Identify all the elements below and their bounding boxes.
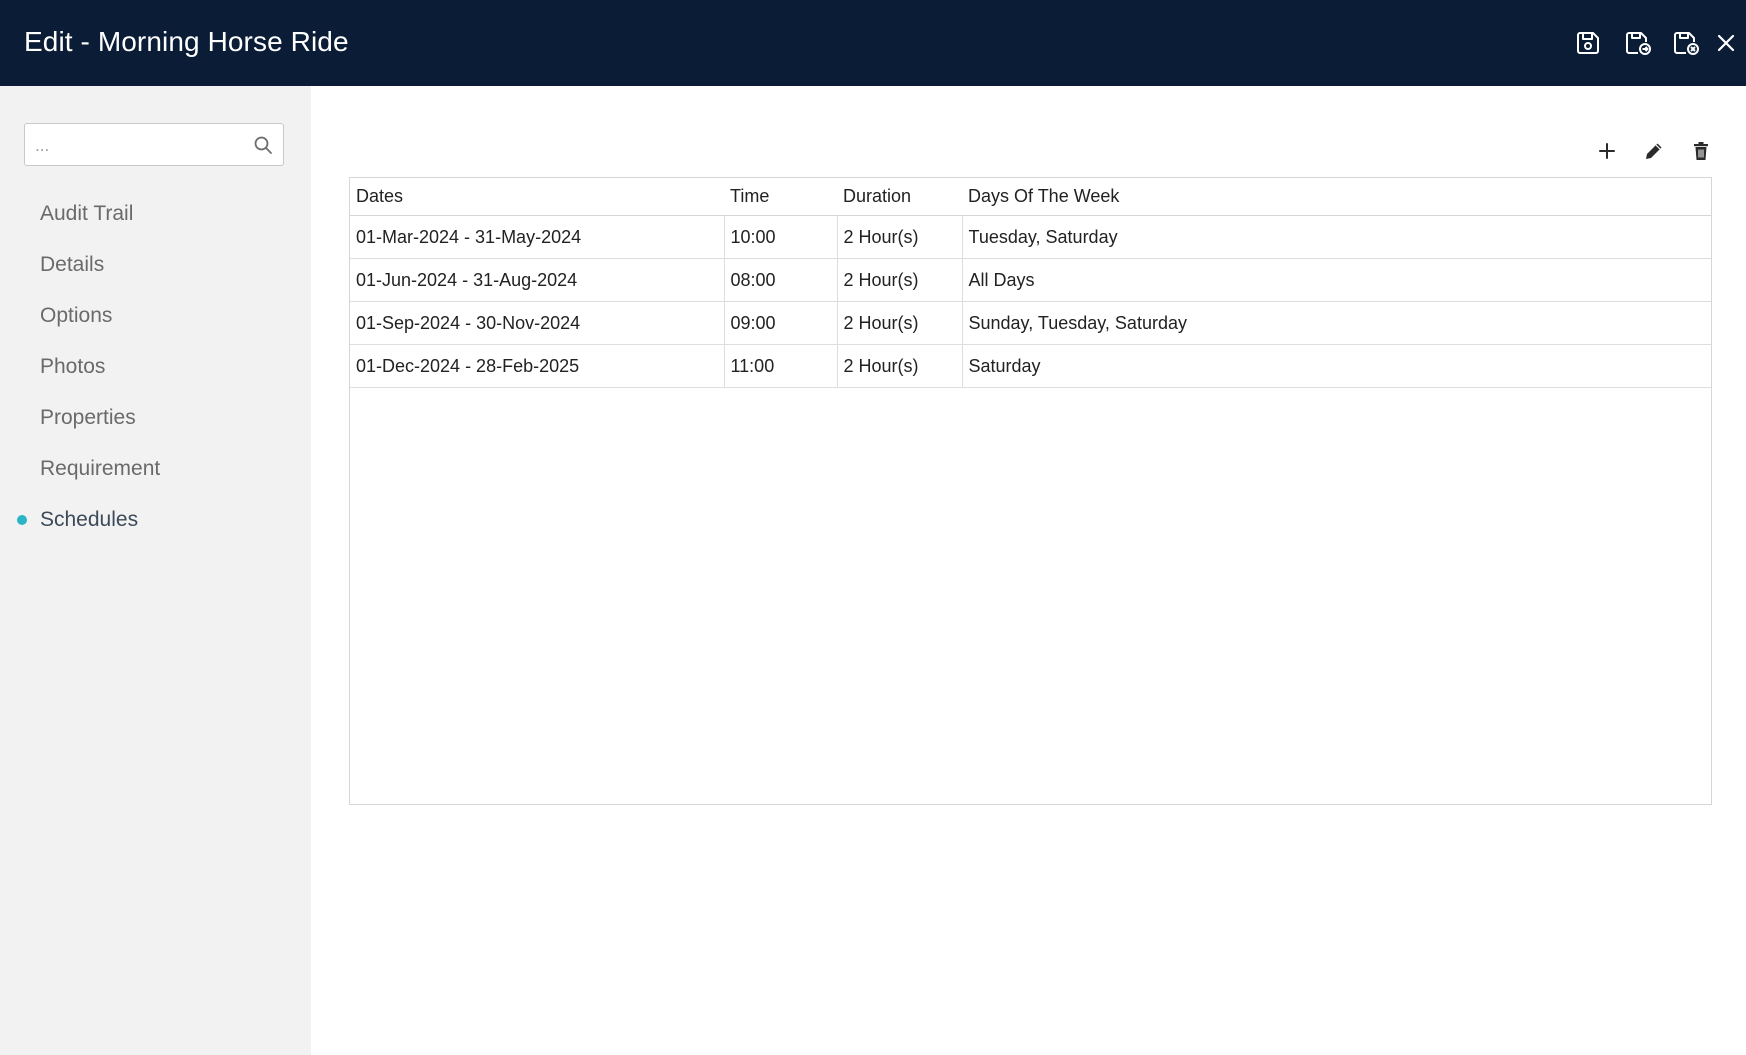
- close-button[interactable]: [1708, 25, 1744, 61]
- cell-duration: 2 Hour(s): [837, 301, 963, 345]
- table-row[interactable]: 01-Dec-2024 - 28-Feb-2025 11:00 2 Hour(s…: [350, 344, 1711, 388]
- sidebar-item-photos[interactable]: Photos: [0, 341, 311, 392]
- sidebar-item-label: Photos: [40, 355, 106, 378]
- plus-icon: [1599, 143, 1615, 159]
- column-header-duration[interactable]: Duration: [837, 178, 962, 216]
- trash-icon: [1694, 142, 1708, 160]
- edit-button[interactable]: [1639, 136, 1669, 166]
- table-row[interactable]: 01-Jun-2024 - 31-Aug-2024 08:00 2 Hour(s…: [350, 258, 1711, 302]
- cell-dates: 01-Dec-2024 - 28-Feb-2025: [350, 344, 725, 388]
- sidebar-item-label: Options: [40, 304, 113, 327]
- cell-dates: 01-Mar-2024 - 31-May-2024: [350, 215, 725, 259]
- cell-time: 10:00: [724, 215, 838, 259]
- pencil-icon: [1646, 143, 1662, 159]
- search-box[interactable]: [24, 123, 284, 167]
- active-indicator-dot: [17, 515, 27, 525]
- sidebar-item-label: Schedules: [40, 508, 139, 531]
- cell-duration: 2 Hour(s): [837, 258, 963, 302]
- column-header-dates[interactable]: Dates: [350, 178, 724, 216]
- search-icon[interactable]: [253, 135, 273, 155]
- cell-days: Tuesday, Saturday: [962, 215, 1711, 259]
- cell-time: 11:00: [724, 344, 838, 388]
- table-header-row: Dates Time Duration Days Of The Week: [350, 178, 1711, 216]
- cell-dates: 01-Jun-2024 - 31-Aug-2024: [350, 258, 725, 302]
- table-row[interactable]: 01-Sep-2024 - 30-Nov-2024 09:00 2 Hour(s…: [350, 301, 1711, 345]
- schedules-table: Dates Time Duration Days Of The Week 01-…: [349, 177, 1712, 805]
- sidebar-item-details[interactable]: Details: [0, 239, 311, 290]
- save-cancel-icon: [1674, 32, 1699, 55]
- page-title: Edit - Morning Horse Ride: [24, 26, 349, 57]
- cell-dates: 01-Sep-2024 - 30-Nov-2024: [350, 301, 725, 345]
- cell-time: 08:00: [724, 258, 838, 302]
- save-icon: [1577, 32, 1599, 54]
- cell-days: Saturday: [962, 344, 1711, 388]
- sidebar-item-label: Requirement: [40, 457, 161, 480]
- cell-duration: 2 Hour(s): [837, 215, 963, 259]
- search-input[interactable]: [33, 124, 247, 167]
- sidebar-item-schedules[interactable]: Schedules: [0, 494, 311, 545]
- sidebar-item-options[interactable]: Options: [0, 290, 311, 341]
- sidebar-nav: Audit Trail Details Options Photos Prope…: [0, 188, 311, 545]
- sidebar-item-label: Details: [40, 253, 105, 276]
- save-and-exit-icon: [1626, 32, 1651, 55]
- cell-duration: 2 Hour(s): [837, 344, 963, 388]
- sidebar-item-properties[interactable]: Properties: [0, 392, 311, 443]
- close-icon: [1717, 34, 1735, 52]
- sidebar-item-requirement[interactable]: Requirement: [0, 443, 311, 494]
- column-header-days-of-week[interactable]: Days Of The Week: [962, 178, 1711, 216]
- sidebar-item-label: Properties: [40, 406, 136, 429]
- title-bar: Edit - Morning Horse Ride: [0, 0, 1746, 86]
- save-and-exit-button[interactable]: [1620, 25, 1656, 61]
- cell-days: All Days: [962, 258, 1711, 302]
- save-button[interactable]: [1570, 25, 1606, 61]
- table-row[interactable]: 01-Mar-2024 - 31-May-2024 10:00 2 Hour(s…: [350, 215, 1711, 259]
- save-and-close-button[interactable]: [1668, 25, 1704, 61]
- sidebar-item-label: Audit Trail: [40, 202, 134, 225]
- add-button[interactable]: [1592, 136, 1622, 166]
- delete-button[interactable]: [1686, 136, 1716, 166]
- sidebar-item-audit-trail[interactable]: Audit Trail: [0, 188, 311, 239]
- cell-days: Sunday, Tuesday, Saturday: [962, 301, 1711, 345]
- sidebar: Audit Trail Details Options Photos Prope…: [0, 86, 312, 1055]
- cell-time: 09:00: [724, 301, 838, 345]
- column-header-time[interactable]: Time: [724, 178, 837, 216]
- main-content: Dates Time Duration Days Of The Week 01-…: [311, 86, 1746, 1055]
